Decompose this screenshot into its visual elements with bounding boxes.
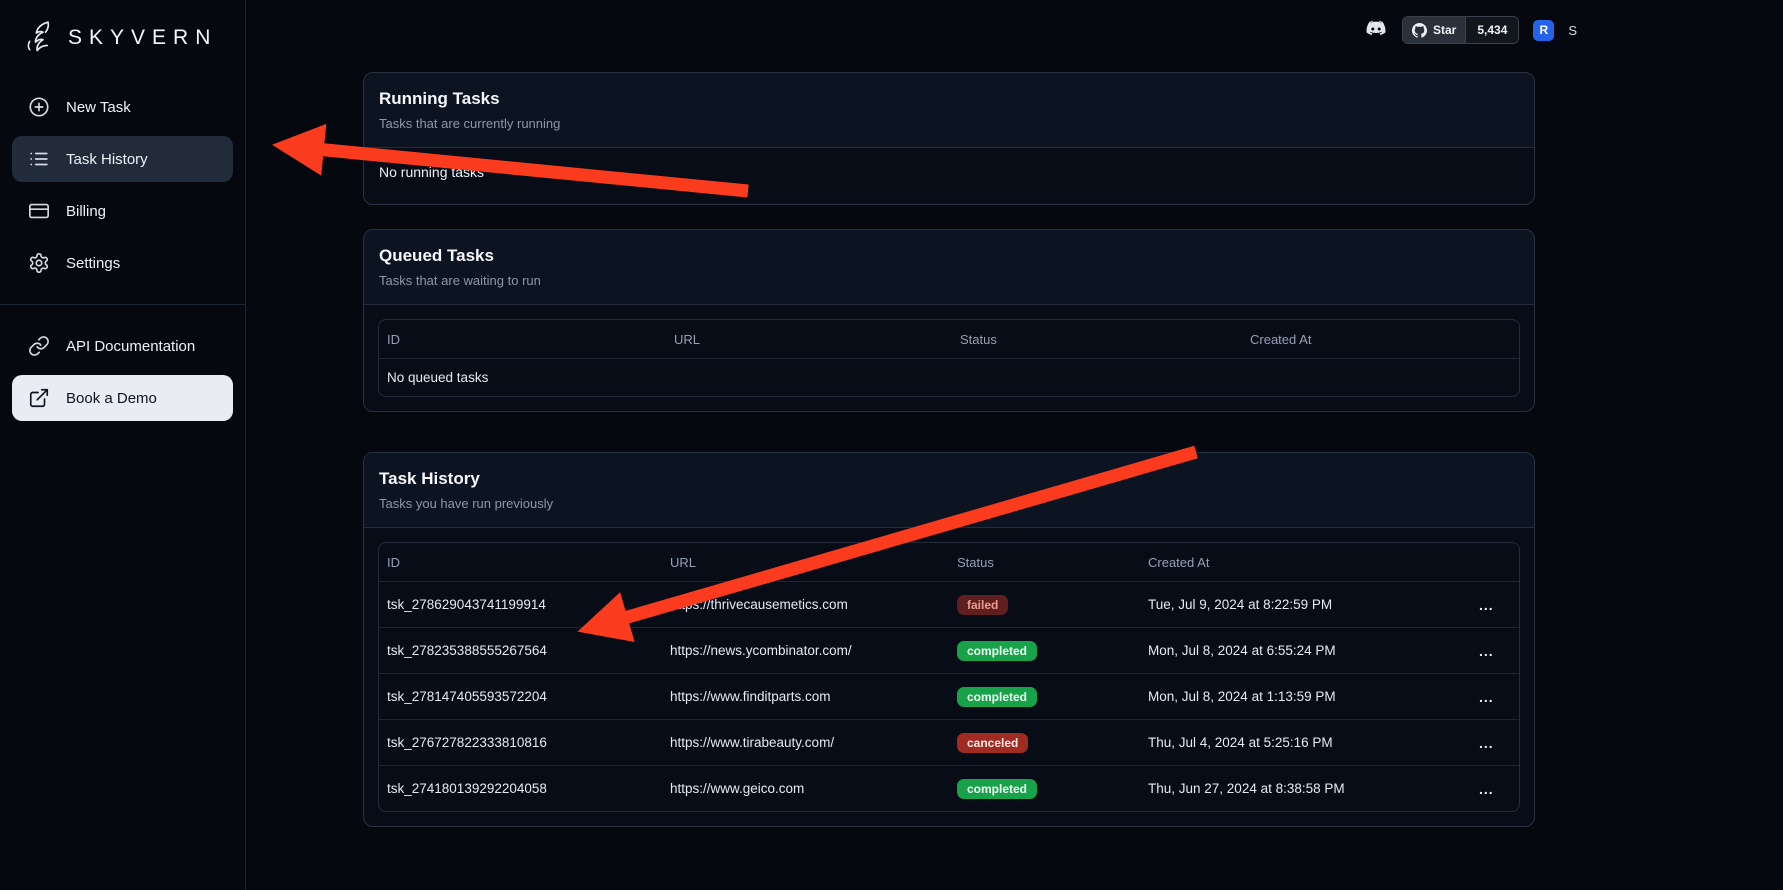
task-id-cell: tsk_278147405593572204	[379, 689, 662, 704]
sidebar-item-task-history[interactable]: Task History	[12, 136, 233, 182]
row-actions-button[interactable]: ...	[1471, 733, 1502, 753]
card-subtitle: Tasks that are waiting to run	[379, 273, 1519, 288]
card-title: Task History	[379, 469, 1519, 489]
task-url-cell: https://www.finditparts.com	[662, 689, 949, 704]
sidebar-item-billing[interactable]: Billing	[12, 188, 233, 234]
card-subtitle: Tasks you have run previously	[379, 496, 1519, 511]
sidebar-item-book-a-demo[interactable]: Book a Demo	[12, 375, 233, 421]
column-header-id: ID	[379, 332, 666, 347]
task-history-card: Task History Tasks you have run previous…	[363, 452, 1535, 827]
sidebar-item-label: Book a Demo	[66, 390, 157, 407]
status-badge: completed	[957, 779, 1037, 799]
column-header-url: URL	[666, 332, 952, 347]
sidebar: SKYVERN New Task Task History Billing Se…	[0, 0, 246, 890]
github-star-button[interactable]: Star 5,434	[1402, 16, 1519, 44]
task-id-cell: tsk_278629043741199914	[379, 597, 662, 612]
discord-icon[interactable]	[1362, 20, 1388, 40]
table-row[interactable]: tsk_278147405593572204 https://www.findi…	[379, 673, 1519, 719]
running-tasks-header: Running Tasks Tasks that are currently r…	[364, 73, 1534, 148]
task-created-cell: Mon, Jul 8, 2024 at 1:13:59 PM	[1140, 689, 1463, 704]
column-header-url: URL	[662, 555, 949, 570]
task-id-cell: tsk_276727822333810816	[379, 735, 662, 750]
task-created-cell: Thu, Jul 4, 2024 at 5:25:16 PM	[1140, 735, 1463, 750]
main-content: Running Tasks Tasks that are currently r…	[363, 72, 1535, 851]
task-created-cell: Mon, Jul 8, 2024 at 6:55:24 PM	[1140, 643, 1463, 658]
task-history-table: ID URL Status Created At tsk_27862904374…	[378, 542, 1520, 812]
table-row[interactable]: tsk_278629043741199914 https://thrivecau…	[379, 581, 1519, 627]
github-icon	[1412, 23, 1427, 38]
brand-name: SKYVERN	[68, 26, 217, 50]
table-row[interactable]: tsk_274180139292204058 https://www.geico…	[379, 765, 1519, 811]
queued-tasks-empty-row: No queued tasks	[379, 358, 1519, 396]
status-badge: completed	[957, 641, 1037, 661]
sidebar-item-label: Task History	[66, 151, 148, 168]
list-icon	[28, 148, 50, 170]
task-created-cell: Tue, Jul 9, 2024 at 8:22:59 PM	[1140, 597, 1463, 612]
task-history-header: Task History Tasks you have run previous…	[364, 453, 1534, 528]
credit-card-icon	[28, 200, 50, 222]
task-id-cell: tsk_278235388555267564	[379, 643, 662, 658]
status-badge: completed	[957, 687, 1037, 707]
row-actions-button[interactable]: ...	[1471, 595, 1502, 615]
task-url-cell: https://www.tirabeauty.com/	[662, 735, 949, 750]
row-actions-button[interactable]: ...	[1471, 641, 1502, 661]
task-url-cell: https://www.geico.com	[662, 781, 949, 796]
status-badge: canceled	[957, 733, 1028, 753]
queued-tasks-card: Queued Tasks Tasks that are waiting to r…	[363, 229, 1535, 412]
sidebar-item-label: Settings	[66, 255, 120, 272]
brand-logo: SKYVERN	[12, 14, 233, 84]
table-row[interactable]: tsk_278235388555267564 https://news.ycom…	[379, 627, 1519, 673]
sidebar-item-label: New Task	[66, 99, 131, 116]
sidebar-item-api-documentation[interactable]: API Documentation	[12, 323, 233, 369]
external-link-icon	[28, 387, 50, 409]
link-icon	[28, 335, 50, 357]
queued-tasks-header: Queued Tasks Tasks that are waiting to r…	[364, 230, 1534, 305]
column-header-created-at: Created At	[1242, 332, 1519, 347]
card-title: Queued Tasks	[379, 246, 1519, 266]
task-url-cell: https://news.ycombinator.com/	[662, 643, 949, 658]
table-header-row: ID URL Status Created At	[379, 543, 1519, 581]
task-created-cell: Thu, Jun 27, 2024 at 8:38:58 PM	[1140, 781, 1463, 796]
task-id-cell: tsk_274180139292204058	[379, 781, 662, 796]
gear-icon	[28, 252, 50, 274]
sidebar-item-label: Billing	[66, 203, 106, 220]
sidebar-divider	[0, 304, 245, 305]
running-tasks-card: Running Tasks Tasks that are currently r…	[363, 72, 1535, 205]
table-header-row: ID URL Status Created At	[379, 320, 1519, 358]
sidebar-item-label: API Documentation	[66, 338, 195, 355]
card-subtitle: Tasks that are currently running	[379, 116, 1519, 131]
column-header-id: ID	[379, 555, 662, 570]
skyvern-dragon-icon	[18, 18, 58, 58]
task-url-cell: https://thrivecausemetics.com	[662, 597, 949, 612]
running-tasks-empty-state: No running tasks	[364, 148, 1534, 204]
sidebar-item-new-task[interactable]: New Task	[12, 84, 233, 130]
table-row[interactable]: tsk_276727822333810816 https://www.tirab…	[379, 719, 1519, 765]
column-header-status: Status	[952, 332, 1242, 347]
sidebar-item-settings[interactable]: Settings	[12, 240, 233, 286]
row-actions-button[interactable]: ...	[1471, 779, 1502, 799]
queued-tasks-table: ID URL Status Created At No queued tasks	[378, 319, 1520, 397]
user-avatar[interactable]: R	[1533, 20, 1554, 41]
card-title: Running Tasks	[379, 89, 1519, 109]
status-badge: failed	[957, 595, 1008, 615]
user-name-partial: S	[1568, 23, 1577, 38]
plus-circle-icon	[28, 96, 50, 118]
column-header-created-at: Created At	[1140, 555, 1463, 570]
empty-state: No queued tasks	[379, 370, 1519, 385]
topbar: Star 5,434 R S	[1362, 15, 1577, 45]
column-header-status: Status	[949, 555, 1140, 570]
row-actions-button[interactable]: ...	[1471, 687, 1502, 707]
github-star-label: Star	[1433, 23, 1456, 37]
github-star-count: 5,434	[1465, 17, 1518, 43]
